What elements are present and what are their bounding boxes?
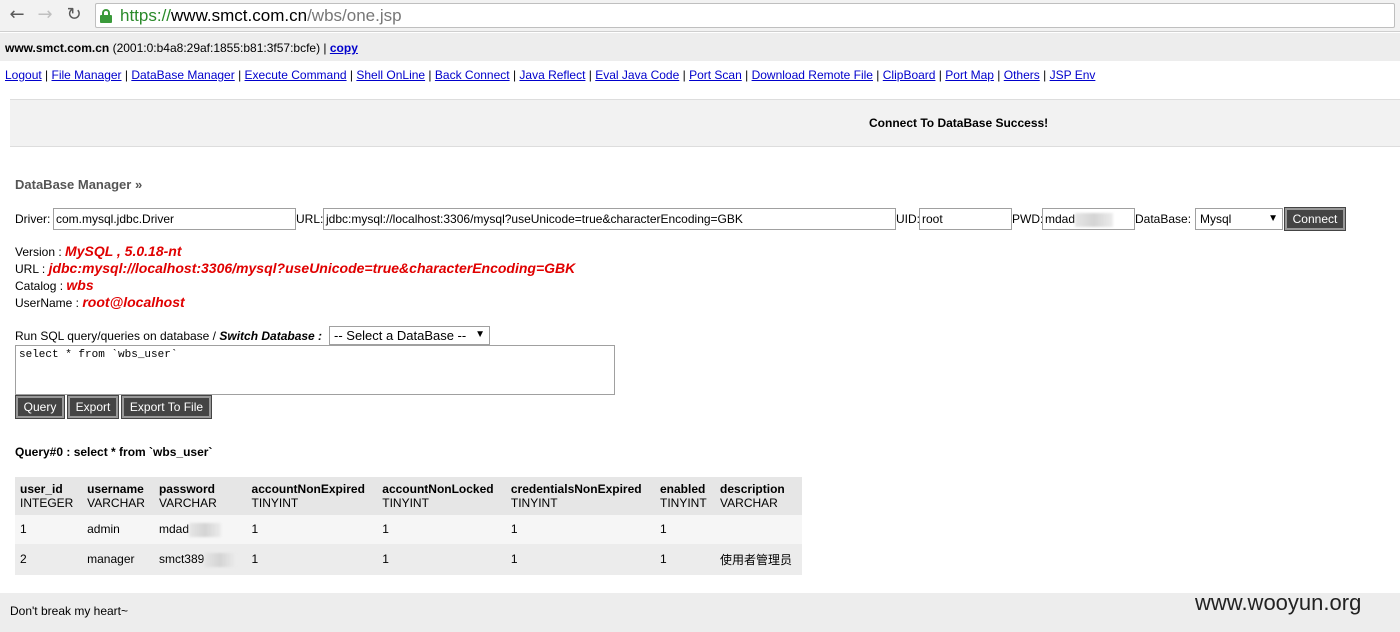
menu-item-download-remote-file[interactable]: Download Remote File bbox=[752, 68, 873, 82]
column-header-accountNonLocked: accountNonLocked TINYINT bbox=[377, 477, 506, 515]
db-version: Version : MySQL , 5.0.18-nt bbox=[15, 243, 182, 259]
column-header-enabled: enabled TINYINT bbox=[655, 477, 716, 515]
menu-item-execute-command[interactable]: Execute Command bbox=[245, 68, 347, 82]
driver-label: Driver: bbox=[15, 212, 51, 226]
database-label: DataBase: bbox=[1135, 212, 1192, 226]
main-menu: Logout | File Manager | DataBase Manager… bbox=[5, 68, 1096, 82]
column-header-accountNonExpired: accountNonExpired TINYINT bbox=[246, 477, 378, 515]
table-cell-accountNonLocked: 1 bbox=[377, 543, 506, 575]
menu-item-others[interactable]: Others bbox=[1004, 68, 1040, 82]
success-message: Connect To DataBase Success! bbox=[869, 116, 1049, 130]
copy-link[interactable]: copy bbox=[330, 41, 358, 55]
success-banner: Connect To DataBase Success! bbox=[10, 99, 1400, 147]
address-text: https://www.smct.com.cn/wbs/one.jsp bbox=[120, 6, 402, 25]
menu-item-file-manager[interactable]: File Manager bbox=[52, 68, 122, 82]
table-cell-password: smct389 bbox=[153, 543, 247, 575]
pwd-label: PWD: bbox=[1012, 212, 1044, 226]
menu-item-clipboard[interactable]: ClipBoard bbox=[883, 68, 936, 82]
url-input[interactable]: jdbc:mysql://localhost:3306/mysql?useUni… bbox=[323, 208, 896, 230]
connect-button[interactable]: Connect bbox=[1284, 207, 1346, 231]
browser-toolbar: ← → ↻ https://www.smct.com.cn/wbs/one.js… bbox=[0, 0, 1400, 32]
uid-label: UID: bbox=[896, 212, 920, 226]
lock-icon bbox=[100, 9, 112, 23]
table-cell-enabled: 1 bbox=[655, 515, 716, 544]
footer-text: Don't break my heart~ bbox=[10, 604, 129, 618]
chevron-down-icon: ▼ bbox=[1268, 213, 1278, 224]
table-cell-user_id: 1 bbox=[15, 515, 83, 544]
menu-item-eval-java-code[interactable]: Eval Java Code bbox=[595, 68, 679, 82]
table-cell-username: admin bbox=[82, 515, 154, 544]
footer: Don't break my heart~ bbox=[0, 593, 1400, 632]
table-cell-user_id: 2 bbox=[15, 543, 83, 575]
table-cell-accountNonExpired: 1 bbox=[246, 515, 378, 544]
table-cell-username: manager bbox=[82, 543, 154, 575]
db-url: URL : jdbc:mysql://localhost:3306/mysql?… bbox=[15, 260, 576, 276]
table-cell-description: 使用者管理员 bbox=[715, 543, 802, 575]
switch-database-select[interactable]: -- Select a DataBase -- ▼ bbox=[329, 326, 490, 345]
column-header-user_id: user_id INTEGER bbox=[15, 477, 83, 515]
result-table: user_id INTEGER username VARCHAR password VAR… bbox=[15, 477, 802, 575]
sql-prompt: Run SQL query/queries on database / Swit… bbox=[15, 329, 323, 343]
menu-item-shell-online[interactable]: Shell OnLine bbox=[356, 68, 425, 82]
table-cell-password: mdad bbox=[153, 515, 247, 544]
menu-item-port-map[interactable]: Port Map bbox=[945, 68, 994, 82]
table-row: 2 manager smct389 1 1 1 1 使用者管理员 bbox=[15, 543, 802, 575]
db-catalog: Catalog : wbs bbox=[15, 277, 94, 293]
table-cell-credentialsNonExpired: 1 bbox=[505, 543, 655, 575]
forward-icon[interactable]: → bbox=[34, 4, 56, 26]
column-header-password: password VARCHAR bbox=[153, 477, 247, 515]
chevron-down-icon: ▼ bbox=[475, 329, 485, 340]
pwd-input[interactable]: mdad bbox=[1042, 208, 1135, 230]
table-cell-enabled: 1 bbox=[655, 543, 716, 575]
table-cell-description bbox=[715, 515, 802, 544]
host-info-bar: www.smct.com.cn (2001:0:b4a8:29af:1855:b… bbox=[0, 33, 1400, 61]
menu-item-database-manager[interactable]: DataBase Manager bbox=[131, 68, 234, 82]
menu-item-port-scan[interactable]: Port Scan bbox=[689, 68, 742, 82]
table-row: 1 admin mdad 1 1 1 1 bbox=[15, 515, 802, 544]
driver-input[interactable]: com.mysql.jdbc.Driver bbox=[53, 208, 296, 230]
host-ip: (2001:0:b4a8:29af:1855:b81:3f57:bcfe) | bbox=[109, 41, 330, 55]
table-cell-credentialsNonExpired: 1 bbox=[505, 515, 655, 544]
query-result-title: Query#0 : select * from `wbs_user` bbox=[15, 445, 213, 459]
host-name: www.smct.com.cn bbox=[5, 41, 110, 55]
address-bar[interactable]: https://www.smct.com.cn/wbs/one.jsp bbox=[95, 3, 1395, 28]
export-to-file-button[interactable]: Export To File bbox=[121, 395, 212, 419]
query-button[interactable]: Query bbox=[15, 395, 65, 419]
menu-item-back-connect[interactable]: Back Connect bbox=[435, 68, 510, 82]
column-header-description: description VARCHAR bbox=[715, 477, 802, 515]
menu-item-logout[interactable]: Logout bbox=[5, 68, 42, 82]
menu-item-java-reflect[interactable]: Java Reflect bbox=[519, 68, 585, 82]
uid-input[interactable]: root bbox=[919, 208, 1012, 230]
database-select-value: Mysql bbox=[1200, 212, 1232, 226]
pwd-value: mdad bbox=[1045, 212, 1076, 226]
url-label: URL: bbox=[296, 212, 324, 226]
reload-icon[interactable]: ↻ bbox=[63, 4, 85, 26]
column-header-credentialsNonExpired: credentialsNonExpired TINYINT bbox=[505, 477, 655, 515]
export-button[interactable]: Export bbox=[67, 395, 119, 419]
sql-query-textarea[interactable]: select * from `wbs_user` bbox=[15, 345, 615, 395]
table-cell-accountNonLocked: 1 bbox=[377, 515, 506, 544]
table-header-row: user_id INTEGER username VARCHAR password VAR… bbox=[15, 477, 802, 515]
db-username: UserName : root@localhost bbox=[15, 294, 185, 310]
database-select[interactable]: Mysql ▼ bbox=[1195, 208, 1283, 230]
connect-form: Driver: com.mysql.jdbc.Driver URL: jdbc:… bbox=[0, 207, 1400, 231]
table-cell-accountNonExpired: 1 bbox=[246, 543, 378, 575]
section-title: DataBase Manager » bbox=[15, 177, 143, 192]
menu-item-jsp-env[interactable]: JSP Env bbox=[1050, 68, 1096, 82]
watermark: www.wooyun.org bbox=[1195, 590, 1362, 615]
column-header-username: username VARCHAR bbox=[82, 477, 154, 515]
back-icon[interactable]: ← bbox=[6, 4, 28, 26]
